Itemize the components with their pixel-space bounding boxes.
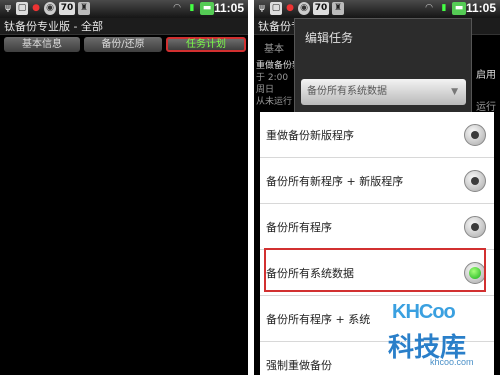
record-icon: ● [32, 3, 40, 13]
radio-button[interactable] [464, 124, 486, 146]
task-type-dropdown[interactable]: 备份所有系统数据 ▼ [301, 79, 466, 105]
dialog-title: 编辑任务 [305, 31, 354, 45]
watermark-latin: KHCoo [392, 301, 456, 323]
android-icon: ♜ [78, 2, 90, 15]
watermark-logo: KHCoo 科技库 khcoo.com [388, 293, 498, 373]
battery-icon: ▬ [452, 2, 466, 15]
phone-icon: ▢ [270, 2, 282, 15]
radio-button[interactable] [464, 216, 486, 238]
option-item[interactable]: 备份所有新程序 + 新版程序 [260, 158, 494, 204]
watermark-url: khcoo.com [430, 357, 474, 367]
option-label: 备份所有程序 + 系统 [266, 313, 371, 326]
usb-icon: ψ [259, 3, 265, 13]
radio-button[interactable] [464, 170, 486, 192]
app-title: 钛备份专业版 - 全部 [0, 18, 248, 35]
dropdown-arrow-icon: ▼ [451, 87, 458, 97]
signal-icon: ▮ [189, 3, 195, 13]
disc-icon: ◉ [298, 2, 310, 15]
notification-badge: 70 [313, 2, 329, 15]
option-label: 强制重做备份 [266, 359, 332, 372]
clock: 11:05 [213, 1, 244, 15]
signal-icon: ▮ [441, 3, 447, 13]
edit-task-dialog: 编辑任务 备份所有系统数据 ▼ [294, 18, 472, 118]
status-bar: ψ ▢ ● ◉ 70 ♜ ◠ ▮ ▬ 11:05 [0, 0, 248, 18]
record-icon: ● [286, 3, 294, 13]
usb-icon: ψ [5, 3, 11, 13]
background-run: 运行 [476, 102, 496, 113]
background-tab: 基本 [264, 44, 284, 55]
battery-icon: ▬ [200, 2, 214, 15]
disc-icon: ◉ [44, 2, 56, 15]
option-item[interactable]: 重做备份新版程序 [260, 112, 494, 158]
wifi-icon: ◠ [425, 3, 433, 13]
android-icon: ♜ [332, 2, 344, 15]
clock: 11:05 [465, 1, 496, 15]
option-item[interactable]: 备份所有程序 [260, 204, 494, 250]
option-label: 重做备份新版程序 [266, 129, 354, 142]
option-label: 备份所有程序 [266, 221, 332, 234]
background-line: 从未运行 [256, 97, 293, 107]
phone-icon: ▢ [16, 2, 28, 15]
wifi-icon: ◠ [173, 3, 181, 13]
selection-highlight [264, 248, 486, 292]
tab-schedule[interactable]: 任务计划 [166, 37, 246, 52]
left-screen: ψ ▢ ● ◉ 70 ♜ ◠ ▮ ▬ 11:05 钛备份专业版 - 全部 基本信… [0, 0, 248, 375]
tab-basic-info[interactable]: 基本信息 [4, 37, 80, 52]
notification-badge: 70 [59, 2, 75, 15]
tab-backup-restore[interactable]: 备份/还原 [84, 37, 162, 52]
dropdown-value: 备份所有系统数据 [307, 86, 387, 97]
tab-bar: 基本信息 备份/还原 任务计划 [0, 35, 248, 54]
status-bar: ψ ▢ ● ◉ 70 ♜ ◠ ▮ ▬ 11:05 [254, 0, 500, 18]
background-enable: 启用 [476, 70, 496, 81]
option-label: 备份所有新程序 + 新版程序 [266, 175, 404, 188]
